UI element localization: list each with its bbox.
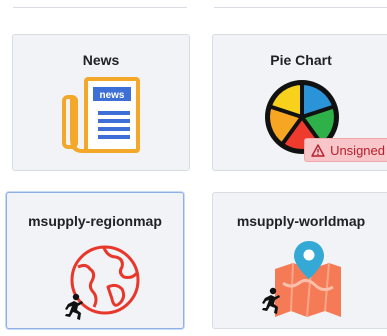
plugin-name: Pie Chart: [270, 52, 332, 68]
plugin-card-msupply-worldmap[interactable]: msupply-worldmap: [212, 192, 387, 329]
person-running-icon: [63, 293, 85, 326]
plugin-name: News: [82, 52, 120, 68]
newspaper-icon: news: [60, 77, 144, 162]
top-divider-left: [13, 7, 187, 8]
plugin-card-msupply-regionmap[interactable]: msupply-regionmap: [6, 192, 184, 329]
top-divider-right: [214, 7, 387, 8]
svg-text:news: news: [99, 90, 124, 101]
badge-label: Unsigned: [330, 142, 385, 158]
plugin-card-news[interactable]: News news: [12, 34, 190, 171]
plugin-name: msupply-worldmap: [236, 213, 366, 229]
person-running-icon: [260, 287, 282, 320]
unsigned-badge: Unsigned: [304, 138, 387, 162]
warning-triangle-icon: [311, 143, 325, 157]
plugin-card-pie-chart[interactable]: Pie Chart Unsigned: [212, 34, 387, 171]
plugin-name: msupply-regionmap: [28, 213, 162, 229]
